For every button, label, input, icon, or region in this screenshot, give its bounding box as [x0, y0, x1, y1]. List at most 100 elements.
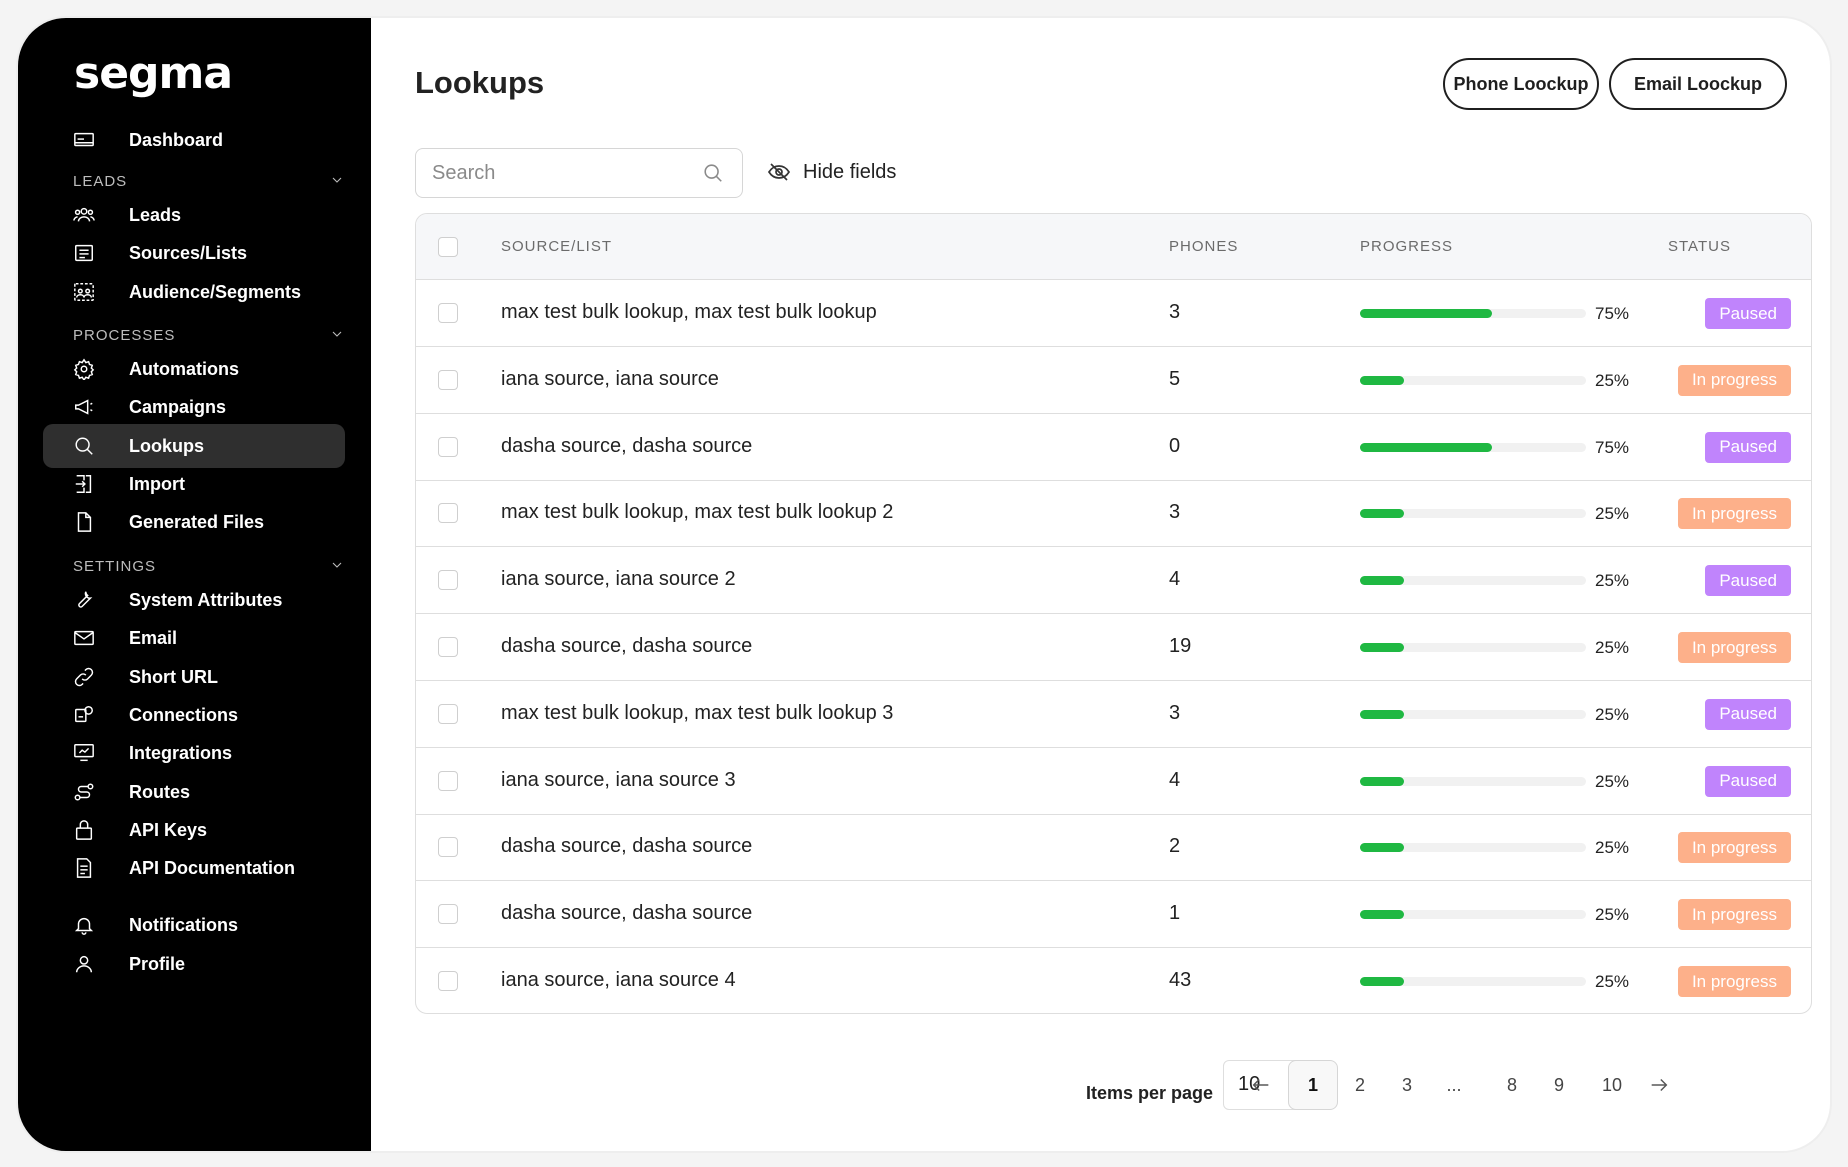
page-button-ellipsis[interactable]: ...	[1429, 1060, 1479, 1110]
table-row[interactable]: max test bulk lookup, max test bulk look…	[416, 280, 1811, 347]
phones-cell: 43	[1169, 969, 1192, 991]
sidebar-item-dashboard[interactable]: Dashboard	[43, 118, 345, 162]
page-button-2[interactable]: 2	[1335, 1060, 1385, 1110]
row-checkbox[interactable]	[438, 703, 458, 724]
status-badge: In progress	[1677, 899, 1791, 931]
page-button-3[interactable]: 3	[1382, 1060, 1432, 1110]
table-row[interactable]: iana source, iana source 5 25% In progress	[416, 347, 1811, 414]
phones-cell: 2	[1169, 835, 1181, 858]
table-row[interactable]: dasha source, dasha source 19 25% In progre…	[416, 614, 1811, 681]
source-cell: max test bulk lookup, max test bulk look…	[501, 301, 877, 323]
import-icon	[73, 473, 95, 495]
sidebar-item-label: Audience/Segments	[129, 281, 302, 302]
file-icon	[73, 511, 95, 533]
page-button-10[interactable]: 10	[1587, 1060, 1637, 1110]
row-checkbox[interactable]	[438, 837, 458, 858]
status-badge: Paused	[1705, 765, 1791, 797]
progress-bar-fill	[1360, 509, 1405, 519]
column-header-progress: PROGRESS	[1360, 238, 1454, 255]
table-row[interactable]: max test bulk lookup, max test bulk look…	[416, 480, 1811, 548]
progress-bar-fill	[1360, 576, 1405, 586]
row-checkbox[interactable]	[438, 436, 458, 457]
table-row[interactable]: max test bulk lookup, max test bulk look…	[416, 681, 1811, 748]
progress-bar	[1360, 910, 1586, 920]
progress-percent: 25%	[1595, 571, 1630, 591]
table-row[interactable]: dasha source, dasha source 2 25% In progres…	[416, 814, 1811, 882]
progress-bar-fill	[1360, 843, 1405, 853]
phone-lookup-button[interactable]: Phone Loockup	[1443, 58, 1599, 110]
sidebar-section-label: SETTINGS	[73, 558, 157, 575]
phones-cell: 19	[1169, 635, 1192, 657]
hide-fields-button[interactable]: Hide fields	[767, 156, 896, 188]
progress-bar	[1360, 709, 1586, 719]
table-row[interactable]: iana source, iana source 2 4 25% Paused	[416, 547, 1811, 615]
row-checkbox[interactable]	[438, 770, 458, 791]
row-checkbox[interactable]	[438, 503, 458, 524]
row-checkbox[interactable]	[438, 369, 458, 390]
connections-icon	[73, 704, 95, 726]
progress-percent: 75%	[1595, 437, 1630, 457]
next-page-button[interactable]	[1634, 1060, 1684, 1110]
megaphone-icon	[73, 396, 95, 418]
sidebar-item-email[interactable]: Email	[43, 616, 345, 660]
row-checkbox[interactable]	[438, 904, 458, 925]
prev-page-button[interactable]	[1236, 1060, 1286, 1110]
sidebar-item-short-url[interactable]: Short URL	[43, 655, 345, 699]
progress-bar-fill	[1360, 776, 1405, 786]
phones-cell: 1	[1169, 902, 1181, 925]
sidebar-item-api-documentation[interactable]: API Documentation	[43, 846, 345, 890]
status-badge: In progress	[1677, 364, 1791, 396]
column-header-status: STATUS	[1668, 238, 1731, 255]
sidebar-item-campaigns[interactable]: Campaigns	[43, 385, 345, 429]
row-checkbox[interactable]	[438, 570, 458, 591]
eye-off-icon	[767, 163, 791, 181]
table-row[interactable]: iana source, iana source 3 4 25% Paused	[416, 748, 1811, 815]
sidebar-section-processes[interactable]: PROCESSES	[73, 324, 345, 346]
sidebar-item-notifications[interactable]: Notifications	[43, 903, 345, 947]
status-badge: Paused	[1705, 565, 1791, 597]
source-cell: iana source, iana source 4	[501, 969, 736, 991]
table-header: SOURCE/LIST PHONES PROGRESS STATUS	[416, 214, 1811, 280]
sidebar-item-routes[interactable]: Routes	[43, 770, 345, 814]
sidebar-section-leads[interactable]: LEADS	[73, 170, 345, 192]
sidebar-item-lookups[interactable]: Lookups	[43, 423, 345, 468]
row-checkbox[interactable]	[438, 971, 458, 991]
email-lookup-button[interactable]: Email Loockup	[1609, 58, 1787, 110]
progress-percent: 25%	[1595, 838, 1630, 858]
phones-cell: 3	[1169, 501, 1181, 524]
sidebar-item-sources-lists[interactable]: Sources/Lists	[43, 231, 345, 275]
sidebar-item-generated-files[interactable]: Generated Files	[43, 500, 345, 544]
progress-bar	[1360, 509, 1586, 519]
row-checkbox[interactable]	[438, 637, 458, 657]
sidebar: segma Dashboard LEADS Leads Sources/Lists Au…	[18, 18, 371, 1151]
page-button-9[interactable]: 9	[1534, 1060, 1584, 1110]
sidebar-item-integrations[interactable]: Integrations	[43, 731, 345, 775]
page-button-8[interactable]: 8	[1487, 1060, 1537, 1110]
sidebar-section-settings[interactable]: SETTINGS	[73, 555, 345, 577]
mail-icon	[73, 627, 95, 649]
arrow-left-icon	[1252, 1078, 1269, 1092]
search-icon[interactable]	[702, 162, 724, 184]
table-row[interactable]: dasha source, dasha source 0 75% Paused	[416, 414, 1811, 481]
progress-bar-fill	[1360, 309, 1493, 318]
sidebar-item-profile[interactable]: Profile	[43, 942, 345, 986]
progress-percent: 25%	[1595, 771, 1630, 791]
source-cell: iana source, iana source 2	[501, 568, 736, 591]
sidebar-item-label: Lookups	[129, 435, 204, 456]
row-checkbox[interactable]	[438, 303, 458, 323]
source-cell: dasha source, dasha source	[501, 902, 753, 925]
sidebar-item-audience-segments[interactable]: Audience/Segments	[43, 270, 345, 314]
table-row[interactable]: iana source, iana source 4 43 25% In progre…	[416, 948, 1811, 1013]
select-all-checkbox[interactable]	[438, 237, 458, 257]
phones-cell: 3	[1169, 701, 1181, 724]
column-header-source: SOURCE/LIST	[501, 238, 613, 255]
list-icon	[73, 242, 95, 264]
progress-bar-fill	[1360, 910, 1405, 920]
table-row[interactable]: dasha source, dasha source 1 25% In progres…	[416, 881, 1811, 949]
page-title: Lookups	[415, 65, 545, 100]
page-button-1[interactable]: 1	[1288, 1060, 1338, 1110]
search-input[interactable]	[432, 161, 682, 185]
status-badge: Paused	[1705, 698, 1791, 730]
arrow-right-icon	[1651, 1078, 1668, 1092]
progress-bar	[1360, 843, 1586, 853]
